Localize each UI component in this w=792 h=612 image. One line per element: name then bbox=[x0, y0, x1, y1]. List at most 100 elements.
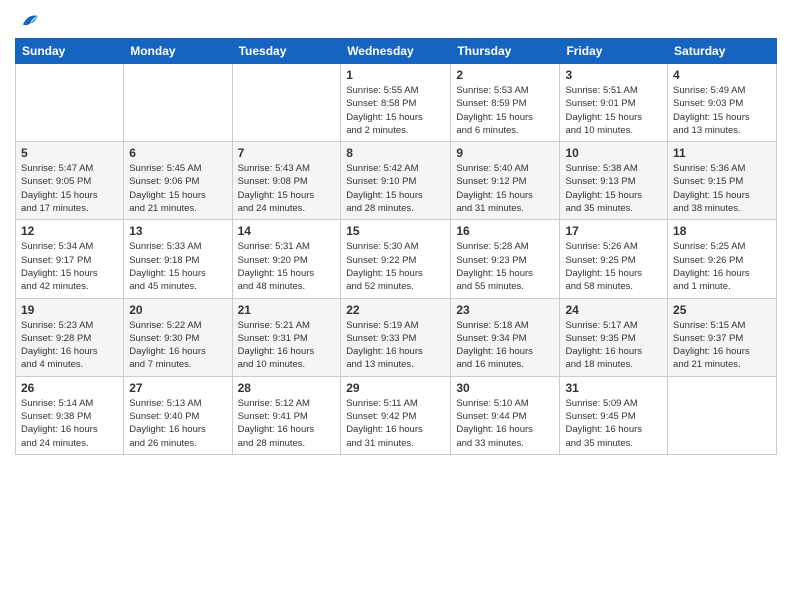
page-header bbox=[15, 10, 777, 30]
day-cell: 10 Sunrise: 5:38 AM Sunset: 9:13 PM Dayli… bbox=[560, 142, 668, 220]
day-number: 8 bbox=[346, 146, 445, 160]
day-info: Sunrise: 5:19 AM Sunset: 9:33 PM Dayligh… bbox=[346, 319, 445, 372]
header-tuesday: Tuesday bbox=[232, 39, 341, 64]
day-number: 4 bbox=[673, 68, 771, 82]
header-monday: Monday bbox=[124, 39, 232, 64]
day-info: Sunrise: 5:47 AM Sunset: 9:05 PM Dayligh… bbox=[21, 162, 118, 215]
day-cell: 31 Sunrise: 5:09 AM Sunset: 9:45 PM Dayli… bbox=[560, 376, 668, 454]
day-number: 12 bbox=[21, 224, 118, 238]
day-cell: 2 Sunrise: 5:53 AM Sunset: 8:59 PM Daylig… bbox=[451, 64, 560, 142]
day-number: 25 bbox=[673, 303, 771, 317]
day-number: 27 bbox=[129, 381, 226, 395]
day-info: Sunrise: 5:18 AM Sunset: 9:34 PM Dayligh… bbox=[456, 319, 554, 372]
day-number: 5 bbox=[21, 146, 118, 160]
day-cell: 1 Sunrise: 5:55 AM Sunset: 8:58 PM Daylig… bbox=[341, 64, 451, 142]
week-row-3: 12 Sunrise: 5:34 AM Sunset: 9:17 PM Dayli… bbox=[16, 220, 777, 298]
day-cell bbox=[668, 376, 777, 454]
header-thursday: Thursday bbox=[451, 39, 560, 64]
day-info: Sunrise: 5:17 AM Sunset: 9:35 PM Dayligh… bbox=[565, 319, 662, 372]
day-cell: 28 Sunrise: 5:12 AM Sunset: 9:41 PM Dayli… bbox=[232, 376, 341, 454]
day-cell: 20Sunrise: 5:22 AM Sunset: 9:30 PM Dayli… bbox=[124, 298, 232, 376]
day-cell: 6 Sunrise: 5:45 AM Sunset: 9:06 PM Daylig… bbox=[124, 142, 232, 220]
calendar-header-row: SundayMondayTuesdayWednesdayThursdayFrid… bbox=[16, 39, 777, 64]
day-info: Sunrise: 5:36 AM Sunset: 9:15 PM Dayligh… bbox=[673, 162, 771, 215]
day-info: Sunrise: 5:12 AM Sunset: 9:41 PM Dayligh… bbox=[238, 397, 336, 450]
day-info: Sunrise: 5:26 AM Sunset: 9:25 PM Dayligh… bbox=[565, 240, 662, 293]
day-number: 20 bbox=[129, 303, 226, 317]
day-number: 7 bbox=[238, 146, 336, 160]
day-cell: 4 Sunrise: 5:49 AM Sunset: 9:03 PM Daylig… bbox=[668, 64, 777, 142]
day-info: Sunrise: 5:13 AM Sunset: 9:40 PM Dayligh… bbox=[129, 397, 226, 450]
day-cell: 14 Sunrise: 5:31 AM Sunset: 9:20 PM Dayli… bbox=[232, 220, 341, 298]
day-cell: 11 Sunrise: 5:36 AM Sunset: 9:15 PM Dayli… bbox=[668, 142, 777, 220]
day-cell: 21Sunrise: 5:21 AM Sunset: 9:31 PM Dayli… bbox=[232, 298, 341, 376]
day-cell: 5 Sunrise: 5:47 AM Sunset: 9:05 PM Daylig… bbox=[16, 142, 124, 220]
day-cell: 15 Sunrise: 5:30 AM Sunset: 9:22 PM Dayli… bbox=[341, 220, 451, 298]
day-info: Sunrise: 5:30 AM Sunset: 9:22 PM Dayligh… bbox=[346, 240, 445, 293]
day-info: Sunrise: 5:33 AM Sunset: 9:18 PM Dayligh… bbox=[129, 240, 226, 293]
calendar-table: SundayMondayTuesdayWednesdayThursdayFrid… bbox=[15, 38, 777, 455]
day-number: 1 bbox=[346, 68, 445, 82]
day-number: 13 bbox=[129, 224, 226, 238]
day-info: Sunrise: 5:49 AM Sunset: 9:03 PM Dayligh… bbox=[673, 84, 771, 137]
day-number: 3 bbox=[565, 68, 662, 82]
day-info: Sunrise: 5:38 AM Sunset: 9:13 PM Dayligh… bbox=[565, 162, 662, 215]
day-number: 30 bbox=[456, 381, 554, 395]
day-cell: 19Sunrise: 5:23 AM Sunset: 9:28 PM Dayli… bbox=[16, 298, 124, 376]
day-number: 19 bbox=[21, 303, 118, 317]
day-info: Sunrise: 5:55 AM Sunset: 8:58 PM Dayligh… bbox=[346, 84, 445, 137]
week-row-2: 5 Sunrise: 5:47 AM Sunset: 9:05 PM Daylig… bbox=[16, 142, 777, 220]
day-number: 9 bbox=[456, 146, 554, 160]
day-info: Sunrise: 5:14 AM Sunset: 9:38 PM Dayligh… bbox=[21, 397, 118, 450]
day-cell: 13 Sunrise: 5:33 AM Sunset: 9:18 PM Dayli… bbox=[124, 220, 232, 298]
day-cell: 16 Sunrise: 5:28 AM Sunset: 9:23 PM Dayli… bbox=[451, 220, 560, 298]
day-number: 2 bbox=[456, 68, 554, 82]
header-wednesday: Wednesday bbox=[341, 39, 451, 64]
day-cell bbox=[232, 64, 341, 142]
day-cell: 9Sunrise: 5:40 AM Sunset: 9:12 PM Daylig… bbox=[451, 142, 560, 220]
header-sunday: Sunday bbox=[16, 39, 124, 64]
day-cell: 7 Sunrise: 5:43 AM Sunset: 9:08 PM Daylig… bbox=[232, 142, 341, 220]
day-number: 28 bbox=[238, 381, 336, 395]
day-info: Sunrise: 5:10 AM Sunset: 9:44 PM Dayligh… bbox=[456, 397, 554, 450]
day-cell: 12 Sunrise: 5:34 AM Sunset: 9:17 PM Dayli… bbox=[16, 220, 124, 298]
week-row-1: 1 Sunrise: 5:55 AM Sunset: 8:58 PM Daylig… bbox=[16, 64, 777, 142]
day-cell: 25 Sunrise: 5:15 AM Sunset: 9:37 PM Dayli… bbox=[668, 298, 777, 376]
day-number: 22 bbox=[346, 303, 445, 317]
day-cell bbox=[16, 64, 124, 142]
day-number: 14 bbox=[238, 224, 336, 238]
day-number: 31 bbox=[565, 381, 662, 395]
day-cell: 8Sunrise: 5:42 AM Sunset: 9:10 PM Daylig… bbox=[341, 142, 451, 220]
day-cell: 27 Sunrise: 5:13 AM Sunset: 9:40 PM Dayli… bbox=[124, 376, 232, 454]
day-cell bbox=[124, 64, 232, 142]
day-number: 15 bbox=[346, 224, 445, 238]
day-info: Sunrise: 5:51 AM Sunset: 9:01 PM Dayligh… bbox=[565, 84, 662, 137]
day-info: Sunrise: 5:43 AM Sunset: 9:08 PM Dayligh… bbox=[238, 162, 336, 215]
day-number: 10 bbox=[565, 146, 662, 160]
day-number: 16 bbox=[456, 224, 554, 238]
day-info: Sunrise: 5:31 AM Sunset: 9:20 PM Dayligh… bbox=[238, 240, 336, 293]
day-cell: 18 Sunrise: 5:25 AM Sunset: 9:26 PM Dayli… bbox=[668, 220, 777, 298]
day-number: 21 bbox=[238, 303, 336, 317]
day-number: 29 bbox=[346, 381, 445, 395]
header-saturday: Saturday bbox=[668, 39, 777, 64]
day-number: 17 bbox=[565, 224, 662, 238]
day-info: Sunrise: 5:09 AM Sunset: 9:45 PM Dayligh… bbox=[565, 397, 662, 450]
day-info: Sunrise: 5:28 AM Sunset: 9:23 PM Dayligh… bbox=[456, 240, 554, 293]
day-cell: 24 Sunrise: 5:17 AM Sunset: 9:35 PM Dayli… bbox=[560, 298, 668, 376]
day-number: 24 bbox=[565, 303, 662, 317]
day-number: 11 bbox=[673, 146, 771, 160]
day-cell: 17 Sunrise: 5:26 AM Sunset: 9:25 PM Dayli… bbox=[560, 220, 668, 298]
day-cell: 26Sunrise: 5:14 AM Sunset: 9:38 PM Dayli… bbox=[16, 376, 124, 454]
day-info: Sunrise: 5:45 AM Sunset: 9:06 PM Dayligh… bbox=[129, 162, 226, 215]
day-number: 18 bbox=[673, 224, 771, 238]
day-cell: 22 Sunrise: 5:19 AM Sunset: 9:33 PM Dayli… bbox=[341, 298, 451, 376]
day-number: 6 bbox=[129, 146, 226, 160]
logo bbox=[15, 10, 39, 30]
logo-bird-icon bbox=[17, 10, 39, 32]
day-info: Sunrise: 5:15 AM Sunset: 9:37 PM Dayligh… bbox=[673, 319, 771, 372]
day-cell: 23Sunrise: 5:18 AM Sunset: 9:34 PM Dayli… bbox=[451, 298, 560, 376]
day-info: Sunrise: 5:34 AM Sunset: 9:17 PM Dayligh… bbox=[21, 240, 118, 293]
day-info: Sunrise: 5:25 AM Sunset: 9:26 PM Dayligh… bbox=[673, 240, 771, 293]
day-info: Sunrise: 5:53 AM Sunset: 8:59 PM Dayligh… bbox=[456, 84, 554, 137]
